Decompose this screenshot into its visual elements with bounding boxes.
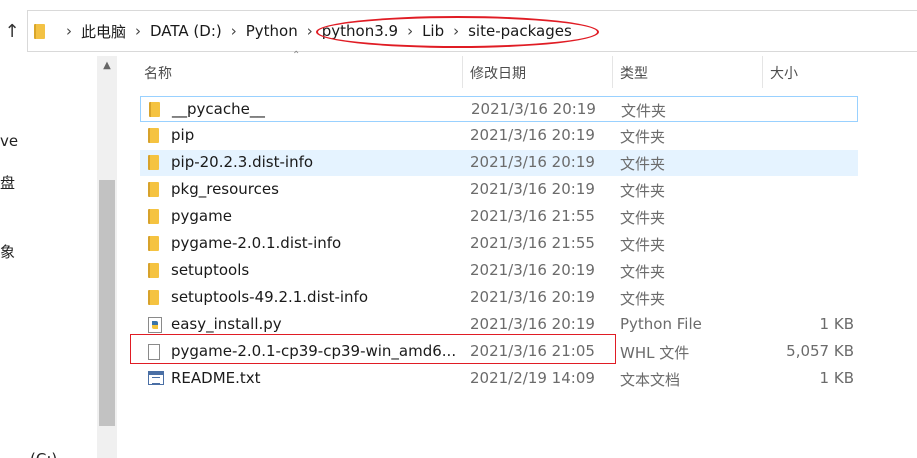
file-name: pygame-2.0.1.dist-info: [171, 234, 342, 252]
file-icon: [148, 344, 160, 360]
file-name: pkg_resources: [171, 180, 279, 198]
file-date: 2021/3/16 20:19: [470, 315, 595, 333]
file-row[interactable]: setuptools 2021/3/16 20:19 文件夹: [140, 258, 858, 284]
file-date: 2021/3/16 21:55: [470, 207, 595, 225]
file-type: 文件夹: [620, 128, 666, 146]
file-type: 文本文档: [620, 371, 681, 389]
file-row[interactable]: setuptools-49.2.1.dist-info 2021/3/16 20…: [140, 285, 858, 311]
file-size: 1 KB: [819, 315, 854, 333]
chevron-right-icon[interactable]: ›: [407, 22, 413, 40]
chevron-right-icon[interactable]: ›: [135, 22, 141, 40]
column-divider[interactable]: [762, 56, 763, 88]
folder-icon: [148, 128, 159, 143]
column-type[interactable]: 类型: [620, 63, 648, 83]
scroll-up-arrow-icon[interactable]: ▲: [97, 56, 117, 76]
breadcrumb-this-pc[interactable]: 此电脑: [81, 21, 126, 42]
file-size: 1 KB: [819, 369, 854, 387]
chevron-right-icon[interactable]: ›: [453, 22, 459, 40]
file-name: setuptools-49.2.1.dist-info: [171, 288, 368, 306]
file-row[interactable]: pygame 2021/3/16 21:55 文件夹: [140, 204, 858, 230]
nav-item[interactable]: 盘: [0, 172, 15, 193]
file-date: 2021/3/16 20:19: [470, 180, 595, 198]
folder-icon: [149, 102, 160, 117]
folder-icon: [148, 263, 159, 278]
text-file-icon: [148, 371, 164, 385]
folder-icon: [148, 182, 159, 197]
folder-icon: [148, 155, 159, 170]
address-toolbar: ↑ › 此电脑 › DATA (D:) › Python › python3.9…: [0, 0, 917, 64]
file-row[interactable]: pygame-2.0.1-cp39-cp39-win_amd6... 2021/…: [140, 339, 858, 365]
file-date: 2021/3/16 20:19: [470, 261, 595, 279]
file-type: 文件夹: [620, 182, 666, 200]
file-date: 2021/3/16 21:05: [470, 342, 595, 360]
file-row[interactable]: pip-20.2.3.dist-info 2021/3/16 20:19 文件夹: [140, 150, 858, 176]
file-row[interactable]: pygame-2.0.1.dist-info 2021/3/16 21:55 文…: [140, 231, 858, 257]
navigation-pane: ve 盘 象 (C:): [0, 64, 97, 458]
file-date: 2021/3/16 20:19: [470, 126, 595, 144]
file-type: 文件夹: [620, 263, 666, 281]
file-type: 文件夹: [620, 155, 666, 173]
address-bar[interactable]: › 此电脑 › DATA (D:) › Python › python3.9 ›…: [27, 10, 917, 52]
scrollbar-thumb[interactable]: [99, 180, 115, 426]
chevron-right-icon[interactable]: ›: [307, 22, 313, 40]
file-name: pip: [171, 126, 195, 144]
file-date: 2021/3/16 20:19: [470, 153, 595, 171]
breadcrumb-data-drive[interactable]: DATA (D:): [150, 22, 222, 40]
file-type: WHL 文件: [620, 344, 690, 362]
breadcrumb-python[interactable]: Python: [246, 22, 298, 40]
file-name: setuptools: [171, 261, 250, 279]
file-row[interactable]: __pycache__ 2021/3/16 20:19 文件夹: [140, 96, 858, 122]
file-type: 文件夹: [621, 102, 667, 120]
file-name: __pycache__: [172, 100, 265, 118]
column-name[interactable]: 名称: [144, 63, 172, 83]
up-arrow-icon[interactable]: ↑: [3, 22, 21, 42]
column-headers: 名称 修改日期 类型 大小: [140, 56, 917, 88]
file-name: README.txt: [171, 369, 261, 387]
file-type: 文件夹: [620, 290, 666, 308]
file-row[interactable]: pip 2021/3/16 20:19 文件夹: [140, 123, 858, 149]
folder-icon: [148, 290, 159, 305]
nav-scrollbar[interactable]: ▲: [97, 56, 117, 458]
folder-icon: [34, 23, 45, 39]
chevron-right-icon[interactable]: ›: [66, 22, 72, 40]
file-type: Python File: [620, 315, 702, 333]
column-date[interactable]: 修改日期: [470, 63, 526, 83]
column-divider[interactable]: [612, 56, 613, 88]
file-row[interactable]: easy_install.py 2021/3/16 20:19 Python F…: [140, 312, 858, 338]
breadcrumb-site-packages[interactable]: site-packages: [468, 22, 572, 40]
file-size: 5,057 KB: [786, 342, 854, 360]
file-row[interactable]: README.txt 2021/2/19 14:09 文本文档 1 KB: [140, 366, 858, 392]
folder-icon: [148, 209, 159, 224]
folder-icon: [148, 236, 159, 251]
column-size[interactable]: 大小: [770, 63, 798, 83]
python-file-icon: [148, 317, 162, 333]
file-name: easy_install.py: [171, 315, 282, 333]
breadcrumb: › 此电脑 › DATA (D:) › Python › python3.9 ›…: [28, 11, 572, 51]
file-type: 文件夹: [620, 236, 666, 254]
file-date: 2021/3/16 21:55: [470, 234, 595, 252]
file-date: 2021/3/16 20:19: [471, 100, 596, 118]
file-date: 2021/3/16 20:19: [470, 288, 595, 306]
file-date: 2021/2/19 14:09: [470, 369, 595, 387]
chevron-right-icon[interactable]: ›: [231, 22, 237, 40]
nav-item[interactable]: ve: [0, 132, 18, 150]
nav-item[interactable]: 象: [0, 241, 15, 262]
nav-item[interactable]: (C:): [30, 450, 57, 458]
file-name: pygame-2.0.1-cp39-cp39-win_amd6...: [171, 342, 457, 360]
breadcrumb-python39[interactable]: python3.9: [322, 22, 398, 40]
column-divider[interactable]: [462, 56, 463, 88]
file-type: 文件夹: [620, 209, 666, 227]
file-name: pip-20.2.3.dist-info: [171, 153, 314, 171]
file-name: pygame: [171, 207, 232, 225]
breadcrumb-lib[interactable]: Lib: [422, 22, 444, 40]
file-row[interactable]: pkg_resources 2021/3/16 20:19 文件夹: [140, 177, 858, 203]
